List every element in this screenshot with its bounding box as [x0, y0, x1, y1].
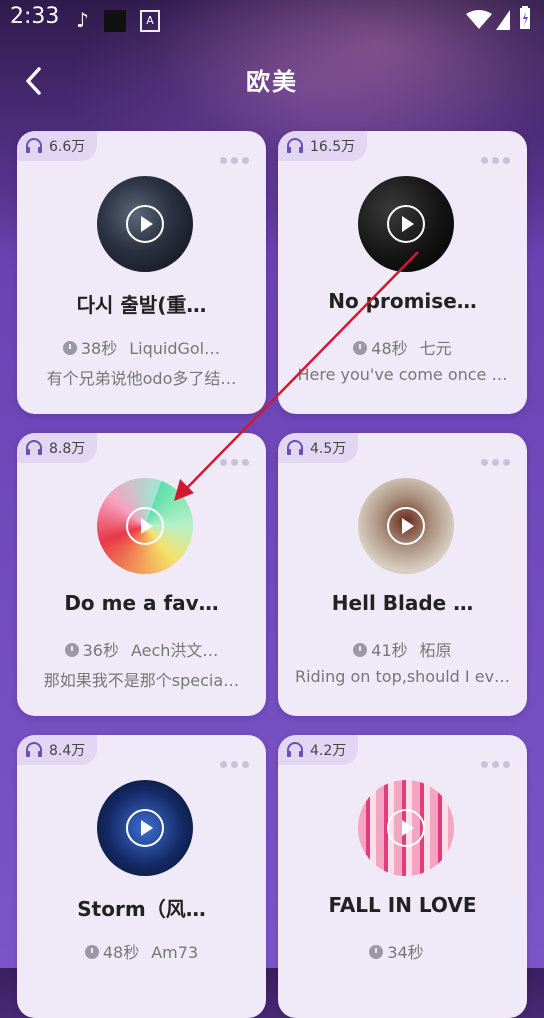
clock-icon [62, 341, 77, 355]
song-description: Here you've come once … [297, 365, 508, 384]
song-meta: 41秒 柘原 [286, 637, 519, 661]
play-icon[interactable] [387, 205, 425, 243]
song-description: Riding on top,should I ev… [294, 667, 511, 686]
more-dots-icon[interactable] [220, 459, 252, 467]
battery-icon [520, 6, 530, 29]
song-duration: 41秒 [371, 641, 408, 660]
more-dots-icon[interactable] [220, 761, 252, 769]
song-description: 那如果我不是那个specia… [43, 671, 240, 690]
song-title: 다시 출발(重… [76, 293, 207, 317]
song-title: Do me a fav… [64, 591, 219, 615]
play-icon[interactable] [387, 507, 425, 545]
album-cover[interactable] [97, 176, 193, 272]
play-count-badge: 8.4万 [17, 735, 98, 765]
play-count-badge: 4.5万 [278, 433, 359, 463]
clock-icon [64, 643, 79, 657]
more-dots-icon[interactable] [481, 459, 513, 467]
cellular-signal-icon [496, 10, 510, 30]
play-icon[interactable] [126, 809, 164, 847]
play-icon[interactable] [126, 205, 164, 243]
status-time: 2:33 [10, 4, 60, 29]
song-artist: 柘原 [419, 641, 452, 660]
song-meta: 34秒 [286, 939, 519, 963]
song-meta: 38秒 LiquidGol… [25, 335, 258, 359]
more-dots-icon[interactable] [481, 761, 513, 769]
play-count: 4.2万 [310, 743, 347, 759]
song-card[interactable]: 4.2万 FALL IN LOVE 34秒 [278, 735, 527, 1018]
clock-icon [369, 945, 384, 959]
headphones-icon [26, 440, 42, 455]
song-card[interactable]: 16.5万 No promise… 48秒 七元 Here you've come… [278, 131, 527, 414]
song-artist: Aech洪文… [130, 641, 219, 660]
song-title: Hell Blade … [331, 591, 474, 615]
album-cover[interactable] [358, 478, 454, 574]
song-duration: 34秒 [387, 943, 424, 962]
page-title: 欧美 [246, 68, 298, 96]
play-count: 16.5万 [310, 139, 356, 155]
play-count-badge: 8.8万 [17, 433, 98, 463]
more-dots-icon[interactable] [220, 157, 252, 165]
clock-icon [353, 643, 368, 657]
song-artist: Am73 [151, 943, 199, 962]
song-title: FALL IN LOVE [328, 893, 477, 917]
song-duration: 36秒 [82, 641, 119, 660]
headphones-icon [287, 440, 303, 455]
song-card[interactable]: 6.6万 다시 출발(重… 38秒 LiquidGol… 有个兄弟说他odo多了结… [17, 131, 266, 414]
song-card[interactable]: 8.8万 Do me a fav… 36秒 Aech洪文… 那如果我不是那个spe… [17, 433, 266, 716]
wifi-icon [466, 10, 492, 29]
headphones-icon [26, 138, 42, 153]
play-count-badge: 16.5万 [278, 131, 368, 161]
song-card[interactable]: 4.5万 Hell Blade … 41秒 柘原 Riding on top,sh… [278, 433, 527, 716]
song-meta: 48秒 Am73 [25, 939, 258, 963]
song-duration: 38秒 [80, 339, 118, 358]
album-cover[interactable] [97, 478, 193, 574]
headphones-icon [26, 742, 42, 757]
more-dots-icon[interactable] [481, 157, 513, 165]
play-count: 4.5万 [310, 441, 347, 457]
play-count-badge: 4.2万 [278, 735, 359, 765]
album-cover[interactable] [358, 176, 454, 272]
song-meta: 48秒 七元 [286, 335, 519, 359]
song-duration: 48秒 [371, 339, 408, 358]
headphones-icon [287, 138, 303, 153]
status-bar: 2:33 ♪ A [0, 0, 544, 38]
play-count: 6.6万 [49, 139, 86, 155]
song-duration: 48秒 [102, 943, 140, 962]
square-notification-icon [104, 10, 126, 32]
keyboard-notification-icon: A [140, 10, 160, 32]
album-cover[interactable] [97, 780, 193, 876]
play-icon[interactable] [126, 507, 164, 545]
song-card[interactable]: 8.4万 Storm（风… 48秒 Am73 [17, 735, 266, 1018]
clock-icon [84, 945, 99, 959]
song-description: 有个兄弟说他odo多了结… [46, 369, 237, 388]
play-count: 8.4万 [49, 743, 86, 759]
clock-icon [353, 341, 368, 355]
top-bar: 欧美 [0, 50, 544, 110]
song-artist: 七元 [419, 339, 452, 358]
tiktok-notification-icon: ♪ [76, 8, 89, 32]
headphones-icon [287, 742, 303, 757]
play-icon[interactable] [387, 809, 425, 847]
song-meta: 36秒 Aech洪文… [25, 637, 258, 661]
play-count-badge: 6.6万 [17, 131, 98, 161]
song-artist: LiquidGol… [129, 339, 221, 358]
song-title: No promise… [328, 289, 477, 313]
play-count: 8.8万 [49, 441, 86, 457]
album-cover[interactable] [358, 780, 454, 876]
song-title: Storm（风… [77, 897, 206, 921]
